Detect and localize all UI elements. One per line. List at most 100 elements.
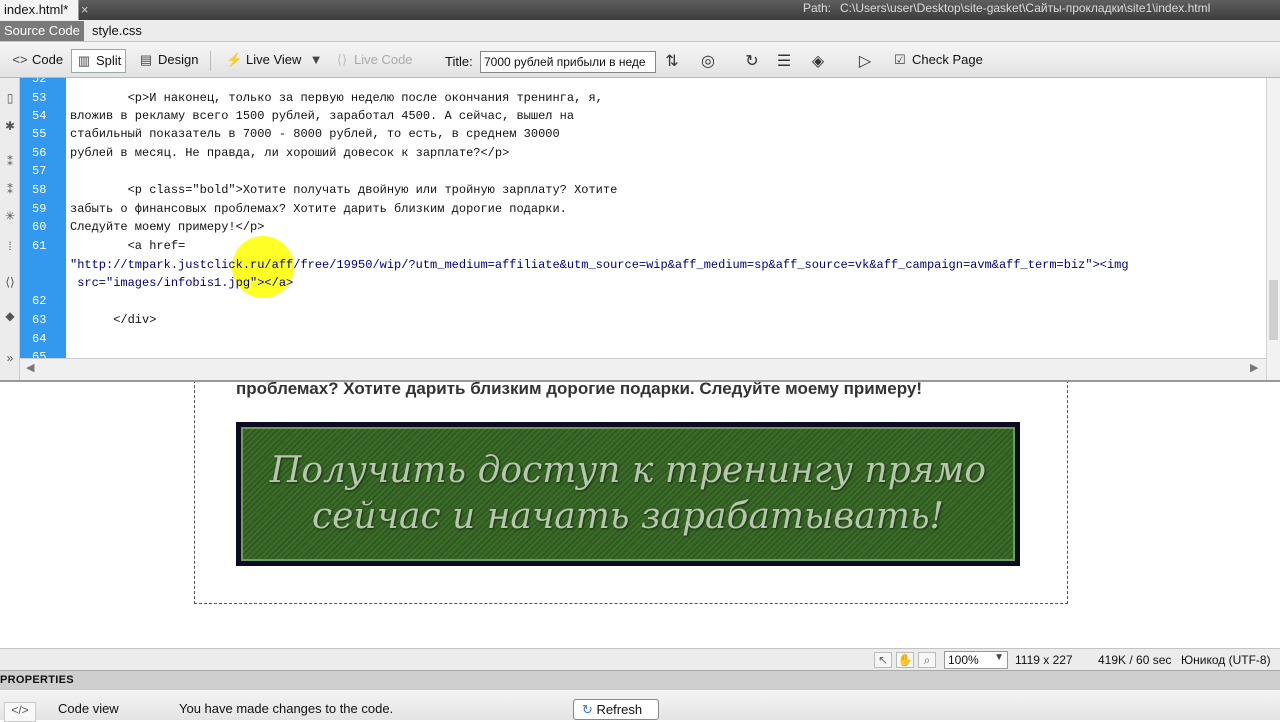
- balance-braces-icon[interactable]: ✳: [2, 208, 18, 224]
- document-toolbar: <> Code ▥ Split ▤ Design ⚡ Live View ▼ ⟨…: [0, 42, 1280, 78]
- status-bar: ↖ ✋ ⌕ 100% ▼ 1119 x 227 419K / 60 sec Юн…: [0, 648, 1280, 670]
- properties-label: Code view: [58, 701, 119, 716]
- encoding: Юникод (UTF-8): [1181, 653, 1271, 667]
- banner-image[interactable]: Получить доступ к тренингу прямо сейчас …: [236, 422, 1020, 566]
- code-line: "http://tmpark.justclick.ru/aff/free/199…: [70, 258, 1129, 272]
- code-line: src="images/infobis1.jpg"></a>: [70, 276, 294, 290]
- split-icon: ▥: [77, 53, 91, 68]
- code-editor[interactable]: <p>И наконец, только за первую неделю по…: [66, 78, 1266, 358]
- line-number: 56: [32, 146, 47, 160]
- close-tab-icon[interactable]: ×: [81, 2, 93, 17]
- zoom-value: 100%: [948, 653, 979, 667]
- select-parent-tag-icon[interactable]: ⁑: [2, 182, 18, 198]
- validate-markup-icon[interactable]: ▷: [855, 52, 875, 72]
- source-code-tab[interactable]: Source Code: [0, 21, 84, 41]
- scroll-right-icon[interactable]: ▶: [1250, 361, 1258, 374]
- split-view-button[interactable]: ▥ Split: [71, 49, 127, 73]
- refresh-label: Refresh: [596, 702, 643, 717]
- scrollbar-thumb[interactable]: [1269, 280, 1278, 340]
- line-number: 55: [32, 127, 47, 141]
- split-view-label: Split: [96, 53, 122, 68]
- refresh-icon[interactable]: ↻: [742, 52, 762, 72]
- style-css-tab[interactable]: style.css: [92, 23, 142, 38]
- code-vertical-scrollbar[interactable]: [1266, 78, 1280, 380]
- banner-frame: Получить доступ к тренингу прямо сейчас …: [241, 427, 1015, 561]
- live-view-button[interactable]: ⚡ Live View: [222, 49, 305, 73]
- code-line: Следуйте моему примеру!</p>: [70, 220, 265, 234]
- refresh-button[interactable]: ↻ Refresh: [573, 699, 659, 720]
- line-number-gutter: 52 53 54 55 56 57 58 59 60 61 62 63 64 6…: [20, 78, 66, 358]
- design-icon: ▤: [139, 52, 153, 67]
- code-view-label: Code: [32, 52, 64, 67]
- code-line: </div>: [70, 313, 157, 327]
- window-size[interactable]: 1119 x 227: [1015, 653, 1073, 667]
- line-numbers-icon[interactable]: ⁞: [2, 238, 18, 254]
- code-horizontal-scrollbar[interactable]: ◀ ▶: [20, 358, 1266, 380]
- banner-line-1: Получить доступ к тренингу прямо: [269, 450, 987, 491]
- design-view-label: Design: [158, 52, 199, 67]
- line-number: 58: [32, 183, 47, 197]
- code-view-button[interactable]: <> Code: [8, 49, 67, 73]
- live-code-label: Live Code: [354, 52, 413, 67]
- highlight-invalid-icon[interactable]: ⟨⟩: [2, 274, 18, 290]
- properties-message: You have made changes to the code.: [179, 701, 394, 716]
- line-number: 61: [32, 239, 47, 253]
- file-management-icon[interactable]: ⇅: [662, 52, 682, 72]
- line-number: 65: [32, 350, 47, 358]
- properties-panel-header[interactable]: PROPERTIES: [0, 670, 1280, 690]
- live-view-label: Live View: [246, 52, 302, 67]
- view-options-icon[interactable]: ☰: [774, 52, 794, 72]
- code-line: забыть о финансовых проблемах? Хотите да…: [70, 202, 567, 216]
- line-number: 52: [32, 78, 47, 86]
- live-code-icon: ⟨⟩: [336, 52, 348, 67]
- expand-all-icon[interactable]: ⁑: [2, 154, 18, 170]
- line-number: 54: [32, 109, 47, 123]
- properties-title: PROPERTIES: [0, 674, 74, 686]
- page-title-input[interactable]: 7000 рублей прибыли в неде: [480, 51, 656, 73]
- properties-panel: </> Code view You have made changes to t…: [0, 690, 1280, 722]
- code-line: <a href=: [70, 239, 186, 253]
- related-files-bar: Source Code style.css: [0, 20, 1280, 42]
- code-line: рублей в месяц. Не правда, ли хороший до…: [70, 146, 510, 160]
- line-number: 62: [32, 294, 47, 308]
- chevron-down-icon: ▼: [994, 652, 1004, 663]
- code-line: <p class="bold">Хотите получать двойную …: [70, 183, 618, 197]
- design-view-button[interactable]: ▤ Design: [134, 49, 202, 73]
- coding-toolbar: ▯ ✱ ⁑ ⁑ ✳ ⁞ ⟨⟩ ◆ »: [0, 78, 20, 380]
- path-label: Path:: [803, 1, 832, 15]
- document-title-bar: index.html* × Path: C:\Users\user\Deskto…: [0, 0, 1280, 20]
- apply-comment-icon[interactable]: ◆: [2, 308, 18, 324]
- banner-line-2: сейчас и начать зарабатывать!: [311, 496, 945, 537]
- zoom-tool-icon[interactable]: ⌕: [918, 652, 936, 668]
- refresh-icon: ↻: [582, 702, 593, 717]
- document-tab-label: index.html*: [4, 2, 69, 17]
- scroll-left-icon[interactable]: ◀: [26, 361, 34, 374]
- line-number: 53: [32, 91, 47, 105]
- live-code-button[interactable]: ⟨⟩ Live Code: [330, 49, 417, 73]
- document-tab[interactable]: index.html*: [0, 0, 80, 20]
- design-view[interactable]: проблемах? Хотите дарить близким дорогие…: [0, 382, 1280, 648]
- hand-tool-icon[interactable]: ✋: [896, 652, 914, 668]
- more-tools-icon[interactable]: »: [2, 350, 18, 366]
- line-number: 59: [32, 202, 47, 216]
- visual-aids-icon[interactable]: ◈: [808, 52, 828, 72]
- collapse-tag-icon[interactable]: ✱: [2, 118, 18, 134]
- open-documents-icon[interactable]: ▯: [2, 90, 18, 106]
- chevron-down-icon: ▼: [309, 52, 323, 67]
- check-page-button[interactable]: ☑ Check Page: [888, 49, 987, 73]
- zoom-select[interactable]: 100% ▼: [944, 651, 1008, 669]
- preview-browser-icon[interactable]: ◎: [698, 52, 718, 72]
- line-number: 57: [32, 164, 47, 178]
- line-number: 64: [32, 332, 47, 346]
- title-label: Title:: [445, 54, 473, 69]
- design-paragraph: проблемах? Хотите дарить близким дорогие…: [236, 382, 922, 398]
- code-view-icon: </>: [4, 702, 36, 722]
- file-path: C:\Users\user\Desktop\site-gasket\Сайты-…: [840, 1, 1211, 15]
- download-size: 419K / 60 sec: [1098, 653, 1172, 667]
- banner-caption: Получить доступ к тренингу прямо сейчас …: [270, 448, 986, 540]
- check-page-icon: ☑: [894, 52, 906, 67]
- line-number: 63: [32, 313, 47, 327]
- code-line: <p>И наконец, только за первую неделю по…: [70, 91, 603, 105]
- select-tool-icon[interactable]: ↖: [874, 652, 892, 668]
- live-view-dropdown[interactable]: ▼: [304, 49, 328, 73]
